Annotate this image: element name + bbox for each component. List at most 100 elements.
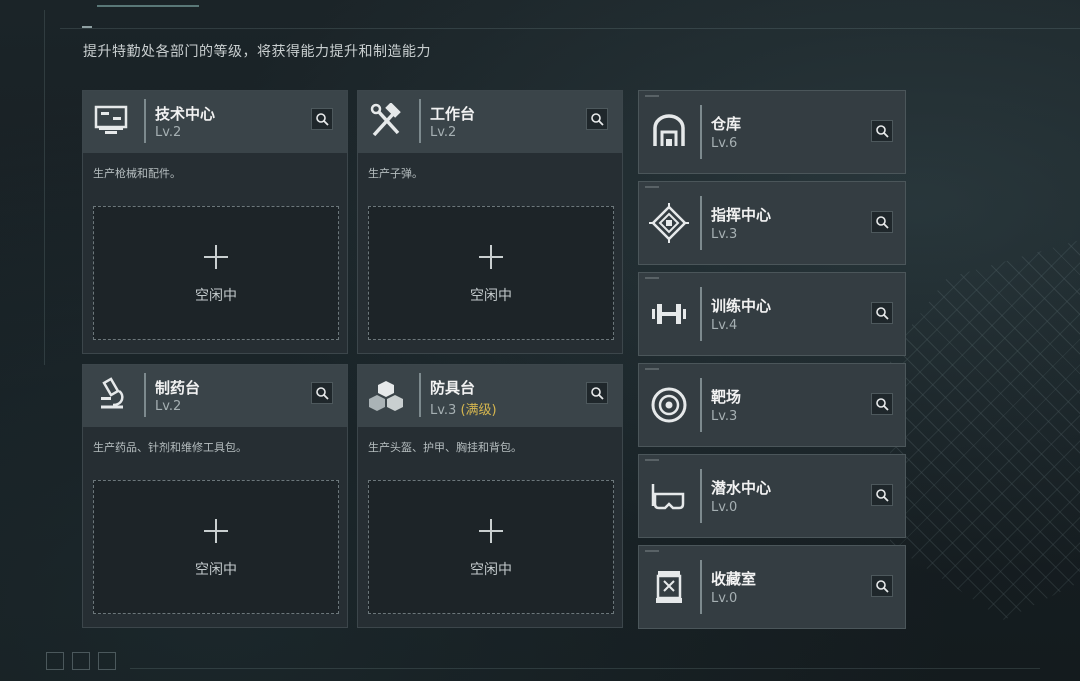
department-name: 技术中心 (155, 105, 216, 123)
department-name: 训练中心 (711, 297, 772, 315)
diving-mask-icon (651, 484, 685, 510)
card-header: 防具台 Lv.3 (满级) (358, 365, 622, 427)
department-description: 生产药品、针剂和维修工具包。 (93, 441, 247, 454)
search-icon (876, 398, 889, 411)
background-building-art (890, 240, 1080, 620)
page-subtitle: 提升特勤处各部门的等级，将获得能力提升和制造能力 (83, 44, 431, 60)
bottom-deco-square (46, 652, 64, 670)
search-button[interactable] (871, 120, 893, 142)
search-button[interactable] (871, 393, 893, 415)
card-corner-mark (645, 550, 659, 552)
search-icon (591, 113, 604, 126)
armor-cubes-icon (369, 381, 403, 411)
card-header: 工作台 Lv.2 (358, 91, 622, 153)
production-slot[interactable]: 空闲中 (93, 480, 339, 614)
department-name: 潜水中心 (711, 479, 772, 497)
dumbbell-icon (652, 304, 686, 324)
search-button[interactable] (871, 211, 893, 233)
search-button[interactable] (871, 484, 893, 506)
search-button[interactable] (586, 382, 608, 404)
bottom-divider-line (130, 668, 1040, 669)
search-icon (876, 307, 889, 320)
slot-status: 空闲中 (195, 288, 237, 304)
computer-icon (94, 105, 128, 134)
search-button[interactable] (871, 302, 893, 324)
header-separator (144, 99, 146, 143)
header-separator (419, 99, 421, 143)
department-name: 靶场 (711, 388, 742, 406)
plus-icon (204, 519, 228, 543)
slot-status: 空闲中 (195, 562, 237, 578)
department-level: Lv.3 (711, 227, 738, 242)
top-accent-bar (97, 5, 199, 7)
header-separator (419, 373, 421, 417)
search-button[interactable] (871, 575, 893, 597)
card-separator (700, 105, 702, 159)
department-card-diving-center[interactable]: 潜水中心 Lv.0 (638, 454, 906, 538)
card-separator (700, 196, 702, 250)
department-card-command-center[interactable]: 指挥中心 Lv.3 (638, 181, 906, 265)
plus-icon (479, 245, 503, 269)
max-level-badge: (满级) (460, 403, 497, 418)
card-corner-mark (645, 277, 659, 279)
department-level: Lv.4 (711, 318, 738, 333)
target-icon (651, 387, 687, 423)
department-level: Lv.2 (155, 125, 182, 140)
department-name: 防具台 (430, 379, 476, 397)
department-description: 生产子弹。 (368, 167, 423, 180)
card-separator (700, 287, 702, 341)
department-name: 指挥中心 (711, 206, 772, 224)
department-name: 制药台 (155, 379, 201, 397)
search-icon (316, 113, 329, 126)
command-chip-icon (649, 203, 689, 243)
search-icon (591, 387, 604, 400)
slot-status: 空闲中 (470, 562, 512, 578)
card-corner-mark (645, 459, 659, 461)
department-card-shooting-range[interactable]: 靶场 Lv.3 (638, 363, 906, 447)
department-card-training-center[interactable]: 训练中心 Lv.4 (638, 272, 906, 356)
department-description: 生产头盔、护甲、胸挂和背包。 (368, 441, 522, 454)
card-separator (700, 469, 702, 523)
production-slot[interactable]: 空闲中 (93, 206, 339, 340)
search-icon (876, 580, 889, 593)
plus-icon (204, 245, 228, 269)
search-icon (876, 216, 889, 229)
department-name: 工作台 (430, 105, 476, 123)
department-level: Lv.0 (711, 500, 738, 515)
department-level: Lv.2 (430, 125, 457, 140)
title-accent-mark (82, 26, 92, 28)
hammer-wrench-icon (370, 103, 401, 137)
department-card-pharmacy[interactable]: 制药台 Lv.2 生产药品、针剂和维修工具包。 空闲中 (82, 364, 348, 628)
warehouse-icon (653, 114, 685, 146)
department-card-tech-center[interactable]: 技术中心 Lv.2 生产枪械和配件。 空闲中 (82, 90, 348, 354)
search-button[interactable] (586, 108, 608, 130)
bottom-deco-square (98, 652, 116, 670)
search-icon (876, 125, 889, 138)
production-slot[interactable]: 空闲中 (368, 480, 614, 614)
microscope-icon (101, 377, 124, 409)
card-corner-mark (645, 186, 659, 188)
left-vertical-line (44, 10, 45, 365)
card-corner-mark (645, 95, 659, 97)
production-slot[interactable]: 空闲中 (368, 206, 614, 340)
department-level: Lv.3 (711, 409, 738, 424)
card-header: 技术中心 Lv.2 (83, 91, 347, 153)
department-card-workbench[interactable]: 工作台 Lv.2 生产子弹。 空闲中 (357, 90, 623, 354)
department-card-armor-bench[interactable]: 防具台 Lv.3 (满级) 生产头盔、护甲、胸挂和背包。 空闲中 (357, 364, 623, 628)
search-icon (876, 489, 889, 502)
search-button[interactable] (311, 382, 333, 404)
search-button[interactable] (311, 108, 333, 130)
bottom-deco-square (72, 652, 90, 670)
card-header: 制药台 Lv.2 (83, 365, 347, 427)
header-separator (144, 373, 146, 417)
department-level: Lv.0 (711, 591, 738, 606)
card-corner-mark (645, 368, 659, 370)
department-name: 收藏室 (711, 570, 757, 588)
card-separator (700, 560, 702, 614)
search-icon (316, 387, 329, 400)
department-name: 仓库 (711, 115, 742, 133)
department-card-warehouse[interactable]: 仓库 Lv.6 (638, 90, 906, 174)
department-card-collection-room[interactable]: 收藏室 Lv.0 (638, 545, 906, 629)
department-level: Lv.3 (满级) (430, 403, 497, 418)
slot-status: 空闲中 (470, 288, 512, 304)
